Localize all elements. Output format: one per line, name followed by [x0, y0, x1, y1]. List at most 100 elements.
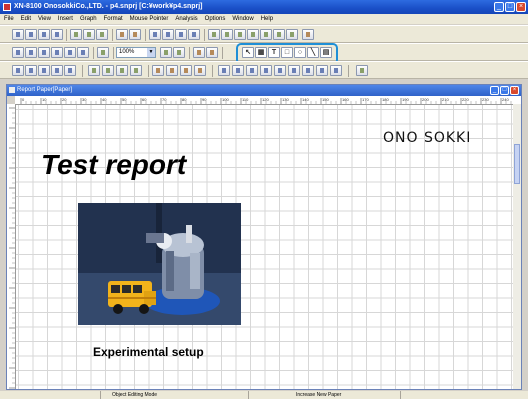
- page-setup-icon[interactable]: [96, 29, 108, 40]
- vertical-scrollbar[interactable]: [513, 104, 521, 389]
- ruler-label: 150: [322, 97, 329, 102]
- layout-6-icon[interactable]: [77, 47, 89, 58]
- menu-file[interactable]: File: [4, 14, 14, 24]
- layout-5-icon[interactable]: [64, 47, 76, 58]
- layout-3-icon[interactable]: [38, 47, 50, 58]
- zoom-in-icon[interactable]: [160, 47, 172, 58]
- document-window-controls: _ □ ×: [490, 86, 519, 95]
- chart-2-icon[interactable]: [232, 65, 244, 76]
- save-as-icon[interactable]: [51, 29, 63, 40]
- page-1-icon[interactable]: [152, 65, 164, 76]
- zoom-out-icon[interactable]: [173, 47, 185, 58]
- menu-analysis[interactable]: Analysis: [175, 14, 197, 24]
- send-back-icon[interactable]: [247, 29, 259, 40]
- chart-1-icon[interactable]: [218, 65, 230, 76]
- page-4-icon[interactable]: [194, 65, 206, 76]
- toolbar-analysis: [0, 61, 528, 79]
- cut-icon[interactable]: [149, 29, 161, 40]
- ruler-label: 220: [462, 97, 469, 102]
- scrollbar-thumb[interactable]: [514, 144, 520, 184]
- peak-icon[interactable]: [130, 65, 142, 76]
- menu-options[interactable]: Options: [205, 14, 226, 24]
- minimize-button[interactable]: _: [494, 2, 504, 12]
- experiment-photo[interactable]: [78, 203, 241, 325]
- menu-insert[interactable]: Insert: [58, 14, 73, 24]
- doc-maximize-button[interactable]: □: [500, 86, 509, 95]
- report-title[interactable]: Test report: [41, 149, 186, 181]
- marker-icon[interactable]: [116, 65, 128, 76]
- copy-icon[interactable]: [162, 29, 174, 40]
- print-preview-icon[interactable]: [83, 29, 95, 40]
- home-icon[interactable]: [88, 65, 100, 76]
- cursor-1-icon[interactable]: [12, 65, 24, 76]
- print-icon[interactable]: [70, 29, 82, 40]
- chart-7-icon[interactable]: [302, 65, 314, 76]
- open-icon[interactable]: [25, 29, 37, 40]
- cursor-5-icon[interactable]: [64, 65, 76, 76]
- ungroup-icon[interactable]: [221, 29, 233, 40]
- cursor-4-icon[interactable]: [51, 65, 63, 76]
- fit-page-icon[interactable]: [97, 47, 109, 58]
- bring-front-icon[interactable]: [234, 29, 246, 40]
- layout-4-icon[interactable]: [51, 47, 63, 58]
- menu-window[interactable]: Window: [232, 14, 253, 24]
- chart-6-icon[interactable]: [288, 65, 300, 76]
- save-icon[interactable]: [38, 29, 50, 40]
- undo-icon[interactable]: [116, 29, 128, 40]
- chart-4-icon[interactable]: [260, 65, 272, 76]
- maximize-button[interactable]: □: [505, 2, 515, 12]
- page-2-icon[interactable]: [166, 65, 178, 76]
- ruler-label: 100: [222, 97, 229, 102]
- ruler-label: 90: [202, 97, 207, 102]
- page-3-icon[interactable]: [180, 65, 192, 76]
- chart-3-icon[interactable]: [246, 65, 258, 76]
- align-right-icon[interactable]: [286, 29, 298, 40]
- horizontal-ruler: 0 10 20 30 40 50 60 70 80 90 100 110 120 130 140 150 160…: [15, 96, 515, 105]
- status-action: Increase New Paper: [296, 392, 342, 398]
- ruler-label: 120: [262, 97, 269, 102]
- close-button[interactable]: ×: [516, 2, 526, 12]
- report-canvas[interactable]: ONO SOKKI Test report Experimental setup: [16, 105, 513, 389]
- grid-icon[interactable]: [193, 47, 205, 58]
- align-left-icon[interactable]: [260, 29, 272, 40]
- align-center-icon[interactable]: [273, 29, 285, 40]
- zoom-value: 100%: [119, 49, 135, 55]
- chart-8-icon[interactable]: [316, 65, 328, 76]
- redo-icon[interactable]: [129, 29, 141, 40]
- brand-logo-text[interactable]: ONO SOKKI: [383, 130, 471, 146]
- ruler-label: 240: [502, 97, 509, 102]
- cursor-3-icon[interactable]: [38, 65, 50, 76]
- chart-9-icon[interactable]: [330, 65, 342, 76]
- menu-format[interactable]: Format: [104, 14, 123, 24]
- app-icon: [3, 3, 11, 11]
- layout-1-icon[interactable]: [12, 47, 24, 58]
- layout-2-icon[interactable]: [25, 47, 37, 58]
- menu-edit[interactable]: Edit: [21, 14, 31, 24]
- ruler-label: 180: [382, 97, 389, 102]
- menu-graph[interactable]: Graph: [80, 14, 97, 24]
- menu-view[interactable]: View: [38, 14, 51, 24]
- measure-icon[interactable]: [102, 65, 114, 76]
- cursor-2-icon[interactable]: [25, 65, 37, 76]
- group-icon[interactable]: [208, 29, 220, 40]
- ruler-label: 200: [422, 97, 429, 102]
- paste-icon[interactable]: [175, 29, 187, 40]
- menu-mouse-pointer[interactable]: Mouse Pointer: [130, 14, 169, 24]
- photo-caption[interactable]: Experimental setup: [93, 345, 204, 359]
- ruler-label: 70: [162, 97, 167, 102]
- chart-5-icon[interactable]: [274, 65, 286, 76]
- zoom-select[interactable]: 100% ▼: [116, 47, 156, 58]
- delete-icon[interactable]: [188, 29, 200, 40]
- ruler-label: 160: [342, 97, 349, 102]
- document-icon: [9, 87, 15, 93]
- doc-minimize-button[interactable]: _: [490, 86, 499, 95]
- new-icon[interactable]: [12, 29, 24, 40]
- menu-help[interactable]: Help: [261, 14, 273, 24]
- export-icon[interactable]: [356, 65, 368, 76]
- snap-icon[interactable]: [206, 47, 218, 58]
- properties-icon[interactable]: [302, 29, 314, 40]
- window-title: XN-8100 OnosokkiCo.,LTD. - p4.snprj [C:¥…: [14, 3, 203, 10]
- toolbar-standard: [0, 25, 528, 43]
- doc-close-button[interactable]: ×: [510, 86, 519, 95]
- ruler-label: 60: [142, 97, 147, 102]
